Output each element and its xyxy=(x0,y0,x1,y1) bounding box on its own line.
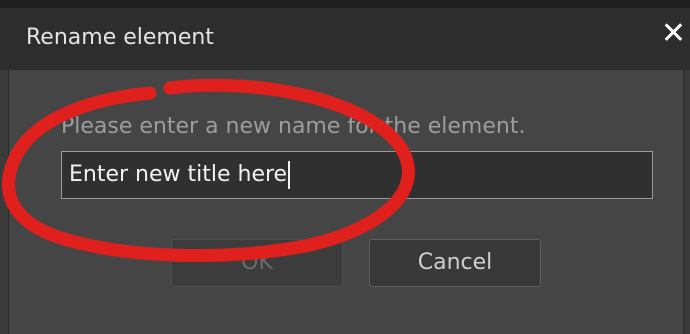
dialog-titlebar: Rename element ✕ xyxy=(0,8,690,70)
dialog-body: Please enter a new name for the element.… xyxy=(8,70,684,334)
prompt-label: Please enter a new name for the element. xyxy=(61,114,526,139)
close-icon[interactable]: ✕ xyxy=(661,16,686,51)
title-input[interactable]: Enter new title here xyxy=(61,151,653,199)
input-value: Enter new title here xyxy=(69,162,288,187)
dialog-content: Please enter a new name for the element.… xyxy=(9,70,683,334)
ok-button[interactable]: OK xyxy=(171,239,343,287)
text-caret xyxy=(288,161,291,189)
dialog-title: Rename element xyxy=(26,25,214,50)
top-strip xyxy=(0,0,690,8)
cancel-button[interactable]: Cancel xyxy=(369,239,541,287)
